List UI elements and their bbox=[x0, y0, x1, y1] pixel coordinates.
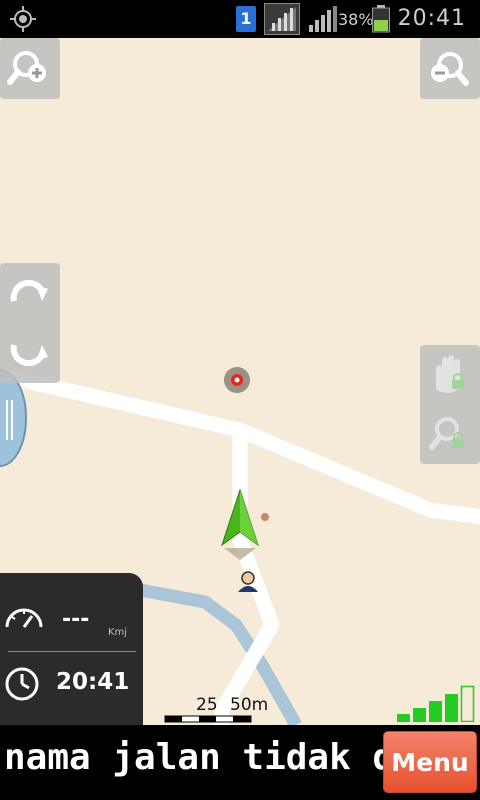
lock-controls bbox=[420, 345, 480, 464]
status-bar: 1 38% 20:41 bbox=[0, 0, 480, 38]
zoom-lock-icon[interactable] bbox=[420, 404, 480, 464]
sim-slot-icon: 1 bbox=[236, 6, 256, 32]
speedometer-icon bbox=[5, 608, 43, 628]
status-time: 20:41 bbox=[397, 6, 466, 31]
zoom-in-icon bbox=[7, 51, 46, 85]
zoom-out-icon bbox=[431, 52, 469, 86]
speed-unit: Kmj bbox=[108, 627, 128, 638]
zoom-out-button[interactable] bbox=[420, 38, 480, 99]
hand-lock-icon[interactable] bbox=[420, 345, 480, 405]
gps-icon bbox=[10, 6, 36, 32]
battery-icon bbox=[372, 5, 390, 33]
position-arrow bbox=[221, 488, 259, 560]
clock-icon bbox=[5, 667, 39, 701]
trip-info-panel[interactable]: --- Kmj 20:41 bbox=[0, 573, 143, 725]
rotate-clockwise-icon[interactable] bbox=[0, 263, 60, 323]
panel-divider bbox=[8, 651, 136, 652]
poi-dot bbox=[261, 513, 269, 521]
destination-marker[interactable] bbox=[224, 367, 250, 393]
rotate-counterclockwise-icon[interactable] bbox=[0, 323, 60, 383]
network-signal-icon bbox=[264, 3, 300, 35]
rotate-controls bbox=[0, 263, 60, 383]
zoom-in-button[interactable] bbox=[0, 38, 60, 99]
battery-percent: 38% bbox=[338, 10, 374, 29]
menu-button[interactable]: Menu bbox=[383, 731, 477, 793]
speed-value: --- bbox=[62, 607, 90, 632]
signal-strength-icon bbox=[309, 6, 337, 32]
scale-label-50m: 50m bbox=[230, 695, 269, 715]
gps-signal-bars bbox=[397, 685, 475, 722]
scale-label-25: 25 bbox=[196, 695, 218, 715]
bottom-bar: nama jalan tidak diketahui Menu bbox=[0, 725, 480, 800]
street-name: nama jalan tidak diketahui bbox=[4, 737, 384, 778]
clock-value: 20:41 bbox=[56, 669, 130, 695]
